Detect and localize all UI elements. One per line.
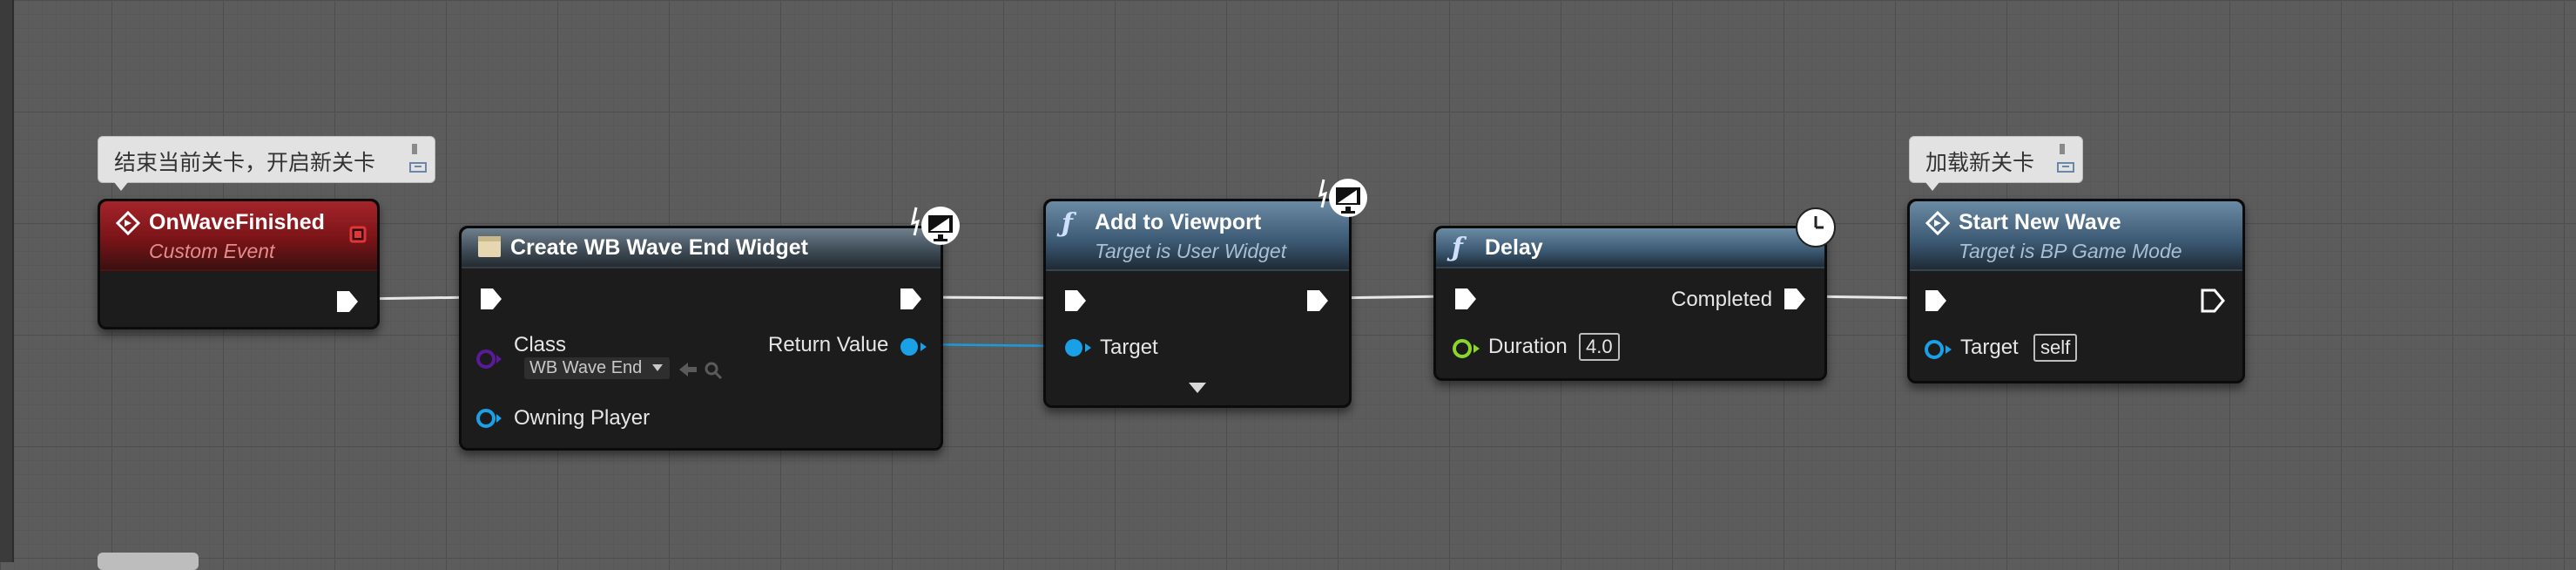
- latent-clock-icon: [1794, 206, 1838, 254]
- target-input-pin[interactable]: [1063, 337, 1093, 363]
- node-header: Create WB Wave End Widget: [462, 228, 941, 268]
- event-delegate-pin[interactable]: [349, 226, 367, 248]
- client-only-monitor-icon: [1318, 174, 1369, 226]
- widget-create-icon: [477, 235, 502, 262]
- target-value-field[interactable]: self: [2033, 334, 2078, 362]
- duration-input-pin[interactable]: [1452, 338, 1481, 363]
- node-title: OnWaveFinished: [149, 210, 325, 234]
- node-create-widget[interactable]: Create WB Wave End Widget Class WB Wave …: [459, 226, 943, 451]
- pin-comment-icon[interactable]: [2056, 142, 2075, 181]
- owning-player-label: Owning Player: [514, 406, 651, 430]
- exec-output-pin[interactable]: [335, 288, 360, 319]
- browse-search-icon[interactable]: [704, 361, 723, 384]
- class-input-pin[interactable]: [475, 349, 503, 374]
- class-pin-label: Class: [514, 333, 567, 356]
- node-header: ƒ Add to Viewport Target is User Widget: [1046, 201, 1349, 271]
- function-f-icon: ƒ: [1452, 233, 1463, 263]
- node-header: OnWaveFinished Custom Event: [100, 201, 377, 271]
- exec-input-pin[interactable]: [1063, 288, 1088, 318]
- comment-bubble-load-level[interactable]: 加载新关卡: [1909, 136, 2083, 191]
- use-selected-arrow-icon[interactable]: [678, 361, 698, 383]
- node-title: Start New Wave: [1959, 210, 2121, 234]
- function-f-icon: ƒ: [1062, 208, 1073, 239]
- node-on-wave-finished[interactable]: OnWaveFinished Custom Event: [98, 199, 380, 329]
- node-add-to-viewport[interactable]: ƒ Add to Viewport Target is User Widget …: [1043, 199, 1352, 408]
- node-title: Create WB Wave End Widget: [510, 235, 808, 260]
- class-selector-dropdown[interactable]: WB Wave End: [524, 357, 670, 379]
- completed-pin-label: Completed: [1671, 288, 1773, 311]
- completed-exec-output-pin[interactable]: [1783, 286, 1807, 316]
- target-pin-label: Target: [1960, 336, 2019, 359]
- return-value-output-pin[interactable]: [899, 336, 928, 362]
- exec-input-pin[interactable]: [1453, 286, 1478, 316]
- exec-output-pin[interactable]: [1305, 288, 1330, 318]
- exec-input-pin[interactable]: [479, 286, 503, 316]
- node-subtitle: Target is User Widget: [1095, 240, 1287, 262]
- node-header: Start New Wave Target is BP Game Mode: [1910, 201, 2242, 271]
- node-subtitle: Custom Event: [149, 240, 275, 262]
- event-diamond-icon: [1925, 210, 1951, 240]
- expand-advanced-chevron-icon[interactable]: [1187, 381, 1208, 399]
- node-header: ƒ Delay: [1436, 228, 1824, 268]
- duration-value-field[interactable]: 4.0: [1579, 333, 1620, 361]
- event-diamond-icon: [115, 210, 141, 240]
- target-input-pin[interactable]: [1924, 339, 1953, 364]
- node-title: Delay: [1485, 235, 1543, 260]
- duration-pin-label: Duration: [1488, 335, 1568, 358]
- exec-output-pin[interactable]: [899, 286, 923, 316]
- comment-text: 结束当前关卡，开启新关卡: [114, 151, 376, 175]
- pin-comment-icon[interactable]: [408, 142, 428, 181]
- comment-tail: [114, 182, 128, 191]
- node-title: Add to Viewport: [1095, 210, 1262, 234]
- comment-text: 加载新关卡: [1925, 151, 2035, 175]
- chevron-down-icon: [651, 364, 663, 371]
- target-pin-label: Target: [1100, 336, 1158, 359]
- owning-player-input-pin[interactable]: [475, 408, 503, 433]
- node-start-new-wave[interactable]: Start New Wave Target is BP Game Mode Ta…: [1907, 199, 2245, 383]
- comment-bubble-end-level[interactable]: 结束当前关卡，开启新关卡: [98, 136, 435, 191]
- node-delay[interactable]: ƒ Delay Completed Duration 4.0: [1433, 226, 1827, 381]
- comment-tail: [1925, 182, 1939, 191]
- return-value-label: Return Value: [768, 333, 889, 356]
- exec-input-pin[interactable]: [1924, 288, 1948, 318]
- client-only-monitor-icon: [910, 202, 961, 254]
- exec-output-pin-unconnected[interactable]: [2201, 288, 2225, 318]
- class-selector-value: WB Wave End: [529, 358, 643, 377]
- node-subtitle: Target is BP Game Mode: [1959, 240, 2182, 262]
- partial-comment-bubble[interactable]: [98, 553, 199, 570]
